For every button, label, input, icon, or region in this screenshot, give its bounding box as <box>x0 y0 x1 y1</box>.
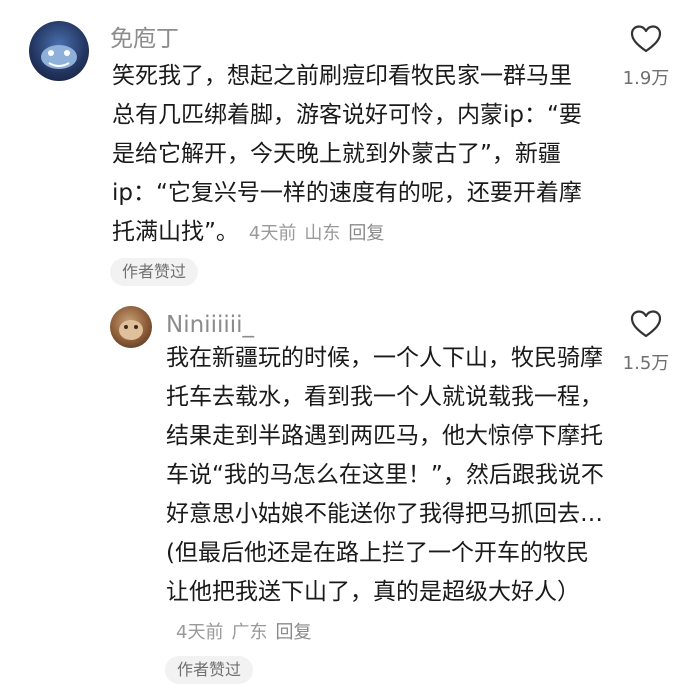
author-liked-badge: 作者赞过 <box>110 258 199 286</box>
comment-meta: 4天前 广东 回复 <box>176 622 319 643</box>
reply-button[interactable]: 回复 <box>275 622 311 643</box>
comment-text: 我在新疆玩的时候，一个人下山，牧民骑摩托车去载水，看到我一个人就说载我一程，结果… <box>166 345 604 643</box>
reply-button[interactable]: 回复 <box>348 223 384 244</box>
comment-time: 4天前 <box>176 622 224 643</box>
like-count: 1.9万 <box>622 68 670 89</box>
avatar[interactable] <box>110 306 152 348</box>
comment-location: 山东 <box>304 223 341 244</box>
heart-outline-icon[interactable] <box>630 24 662 54</box>
comment-meta: 4天前 山东 回复 <box>249 223 392 244</box>
comment-username[interactable]: Niniiiiii_ <box>166 310 254 340</box>
author-liked-badge: 作者赞过 <box>165 656 254 684</box>
comment-time: 4天前 <box>248 223 297 244</box>
heart-outline-icon[interactable] <box>630 309 662 339</box>
comment-username[interactable]: 免庖丁 <box>110 24 179 54</box>
comment-text: 笑死我了，想起之前刷痘印看牧民家一群马里总有几匹绑着脚，游客说好可怜，内蒙ip：… <box>112 63 582 245</box>
like-count: 1.5万 <box>622 353 670 374</box>
avatar[interactable] <box>29 21 89 81</box>
comment-location: 广东 <box>231 622 268 643</box>
